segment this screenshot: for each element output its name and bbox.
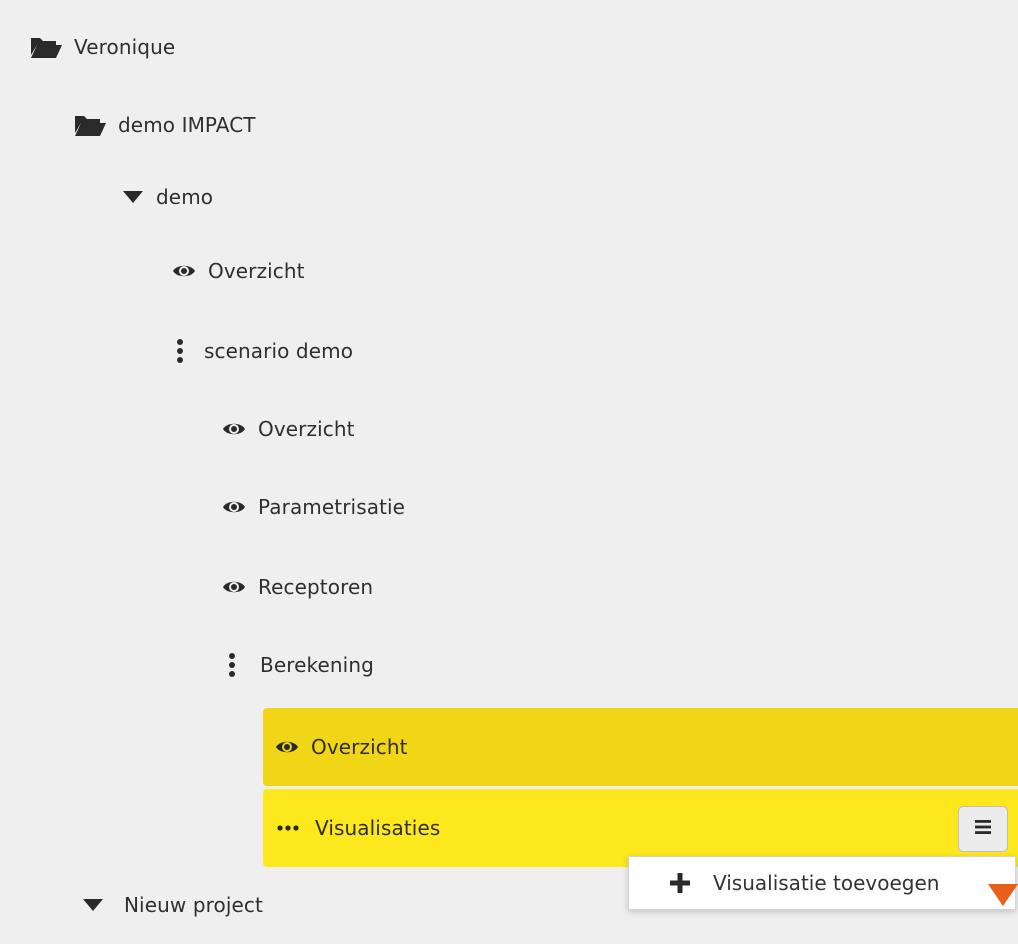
caret-down-icon — [122, 190, 144, 204]
folder-open-icon — [74, 114, 106, 136]
tree-node-label: Overzicht — [208, 259, 305, 283]
tree-node-label: demo — [156, 185, 214, 209]
tree-node-label: Overzicht — [258, 417, 355, 441]
context-menu: Visualisatie toevoegen — [628, 856, 1016, 910]
tree-node-scenario-demo[interactable]: scenario demo — [176, 312, 353, 390]
folder-open-icon — [30, 36, 62, 58]
tree-node-label: Receptoren — [258, 575, 374, 599]
vertical-dots-icon — [228, 652, 236, 678]
tree-node-scenario-overzicht[interactable]: Overzicht — [222, 390, 355, 468]
horizontal-dots-icon — [277, 825, 299, 831]
tree-node-label: scenario demo — [204, 339, 354, 363]
hamburger-icon — [974, 818, 992, 840]
vertical-dots-icon — [176, 338, 184, 364]
tree-node-label: Parametrisatie — [258, 495, 406, 519]
tree-node-demo[interactable]: demo — [122, 158, 213, 236]
tree-node-demo-overzicht[interactable]: Overzicht — [172, 232, 305, 310]
tree-node-berekening-overzicht[interactable]: Overzicht — [263, 708, 1018, 786]
node-menu-button[interactable] — [958, 806, 1008, 852]
project-tree: Veronique demo IMPACT demo Overzicht sce… — [0, 0, 1018, 920]
menu-item-label: Visualisatie toevoegen — [713, 871, 940, 895]
eye-icon — [275, 738, 299, 756]
tree-node-veronique[interactable]: Veronique — [30, 8, 175, 86]
tree-node-parametrisatie[interactable]: Parametrisatie — [222, 468, 405, 546]
eye-icon — [222, 420, 246, 438]
tree-node-label: demo IMPACT — [118, 113, 256, 137]
accent-corner-marker — [988, 884, 1018, 906]
tree-node-label: Berekening — [260, 653, 374, 677]
eye-icon — [222, 578, 246, 596]
tree-node-label: Overzicht — [311, 735, 408, 759]
tree-node-demo-impact[interactable]: demo IMPACT — [74, 86, 256, 164]
tree-node-label: Veronique — [74, 35, 176, 59]
tree-node-berekening[interactable]: Berekening — [228, 626, 374, 704]
eye-icon — [172, 262, 196, 280]
plus-icon — [669, 872, 691, 894]
tree-node-label: Nieuw project — [124, 893, 263, 917]
caret-down-icon — [82, 898, 104, 912]
tree-node-receptoren[interactable]: Receptoren — [222, 548, 373, 626]
tree-node-label: Visualisaties — [315, 816, 441, 840]
tree-node-nieuw-project[interactable]: Nieuw project — [82, 866, 263, 944]
eye-icon — [222, 498, 246, 516]
menu-item-visualisatie-toevoegen[interactable]: Visualisatie toevoegen — [629, 871, 939, 895]
